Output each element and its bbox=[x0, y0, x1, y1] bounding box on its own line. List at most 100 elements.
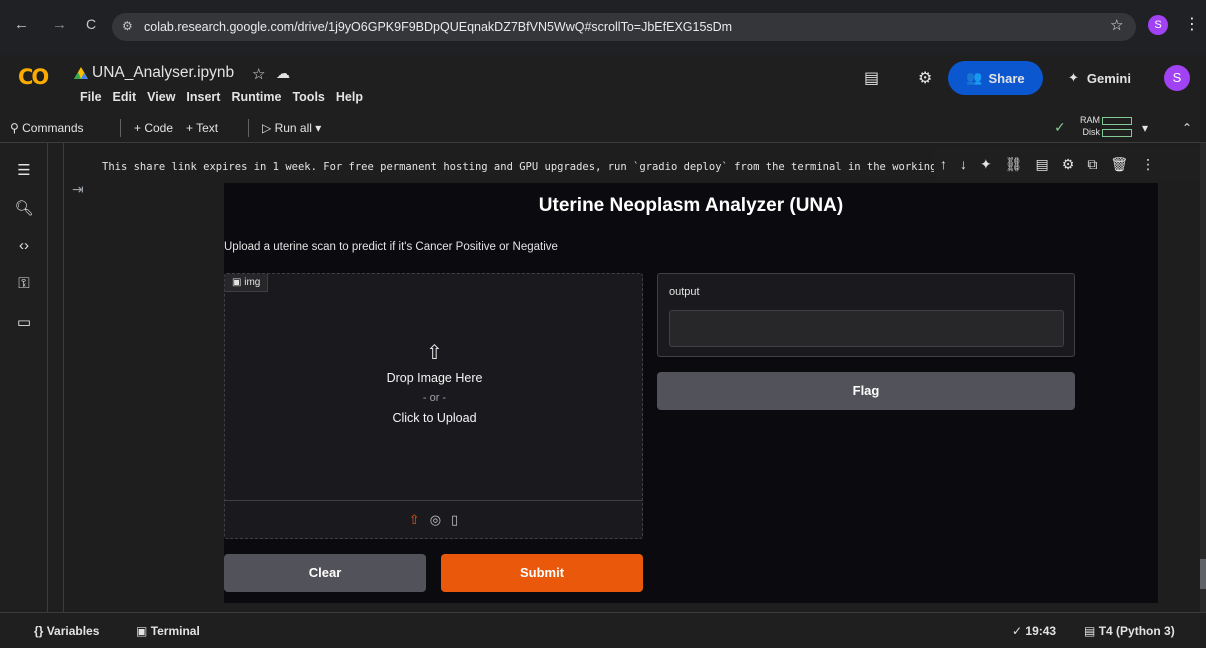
runtime-dropdown-icon[interactable]: ▾ bbox=[1142, 121, 1148, 135]
image-source-bar: ⇧ ◎ ▯ bbox=[225, 500, 642, 538]
gemini-sparkle-icon: ✦ bbox=[1068, 70, 1079, 85]
runtime-label: T4 (Python 3) bbox=[1098, 624, 1175, 638]
find-replace-icon[interactable]: 🔍︎ bbox=[14, 199, 34, 217]
submit-button[interactable]: Submit bbox=[441, 554, 643, 592]
image-label: ▣ img bbox=[225, 274, 269, 292]
image-upload-dropzone[interactable]: ▣ img ⇧ Drop Image Here - or - Click to … bbox=[224, 273, 643, 539]
menu-bar: File Edit View Insert Runtime Tools Help bbox=[80, 90, 363, 104]
terminal-label: Terminal bbox=[150, 624, 200, 638]
add-code-button[interactable]: + Code bbox=[134, 121, 173, 135]
clear-button[interactable]: Clear bbox=[224, 554, 426, 592]
comments-icon[interactable]: ▤ bbox=[864, 68, 879, 88]
menu-file[interactable]: File bbox=[80, 90, 102, 104]
cell-settings-icon[interactable]: ⚙ bbox=[1062, 156, 1075, 173]
output-textbox[interactable] bbox=[669, 310, 1064, 347]
browser-menu-icon[interactable]: ⋮ bbox=[1184, 14, 1200, 34]
secrets-key-icon[interactable]: ⚿ bbox=[14, 275, 34, 292]
menu-edit[interactable]: Edit bbox=[113, 90, 137, 104]
gemini-button[interactable]: ✦ Gemini bbox=[1068, 70, 1131, 86]
scrollbar[interactable] bbox=[1200, 143, 1206, 612]
scrollbar-thumb[interactable] bbox=[1200, 559, 1206, 589]
runtime-info[interactable]: ▤ T4 (Python 3) bbox=[1084, 624, 1175, 638]
variables-label: Variables bbox=[46, 624, 100, 638]
upload-icon: ⇧ bbox=[426, 342, 443, 364]
code-snippets-icon[interactable]: ‹› bbox=[14, 237, 34, 254]
commands-button[interactable]: ⚲ Commands bbox=[10, 121, 84, 135]
address-bar[interactable]: ⚙ colab.research.google.com/drive/1j9yO6… bbox=[112, 13, 1136, 41]
share-button[interactable]: 👥 Share bbox=[948, 61, 1043, 95]
menu-runtime[interactable]: Runtime bbox=[231, 90, 281, 104]
execution-status[interactable]: ✓ 19:43 bbox=[1012, 624, 1056, 638]
mirror-cell-icon[interactable]: ⧉ bbox=[1087, 156, 1097, 173]
share-label: Share bbox=[988, 70, 1025, 86]
disk-label: Disk bbox=[1082, 127, 1101, 137]
output-label: output bbox=[669, 286, 700, 298]
webcam-icon[interactable]: ◎ bbox=[430, 512, 441, 528]
move-down-icon[interactable]: ↓ bbox=[960, 156, 967, 172]
url-text: colab.research.google.com/drive/1j9yO6GP… bbox=[144, 20, 733, 34]
runtime-icon: ▤ bbox=[1084, 624, 1096, 638]
notebook-title[interactable]: UNA_Analyser.ipynb bbox=[92, 64, 234, 82]
click-to-upload-text: Click to Upload bbox=[392, 411, 477, 425]
back-arrow-icon[interactable]: ← bbox=[14, 16, 29, 33]
more-options-icon[interactable]: ⋮ bbox=[1141, 156, 1155, 173]
or-text: - or - bbox=[422, 392, 447, 404]
clipboard-icon[interactable]: ▯ bbox=[451, 512, 458, 528]
gradio-app: Uterine Neoplasm Analyzer (UNA) Upload a… bbox=[224, 183, 1158, 603]
collapse-chevron-up-icon[interactable]: ⌃ bbox=[1182, 121, 1192, 135]
star-icon[interactable]: ☆ bbox=[252, 65, 265, 83]
braces-icon: {} bbox=[34, 624, 44, 638]
menu-view[interactable]: View bbox=[147, 90, 175, 104]
reload-icon[interactable]: C bbox=[86, 16, 96, 32]
colab-logo[interactable]: CO bbox=[18, 65, 49, 89]
drop-image-text: Drop Image Here bbox=[386, 371, 483, 385]
people-icon: 👥 bbox=[966, 70, 983, 85]
commands-label: Commands bbox=[22, 121, 84, 135]
toolbar-divider bbox=[248, 119, 249, 137]
terminal-button[interactable]: ▣ Terminal bbox=[136, 624, 200, 638]
output-toggle-icon[interactable]: ⇥ bbox=[72, 181, 84, 198]
table-of-contents-icon[interactable]: ☰ bbox=[14, 161, 34, 179]
comment-icon[interactable]: ▤ bbox=[1036, 156, 1049, 173]
connected-check-icon: ✓ bbox=[1054, 119, 1066, 135]
browser-bar: ← → C ⚙ colab.research.google.com/drive/… bbox=[0, 0, 1206, 55]
ram-label: RAM bbox=[1080, 115, 1100, 125]
gemini-cell-icon[interactable]: ✦ bbox=[980, 156, 992, 173]
upload-source-icon[interactable]: ⇧ bbox=[409, 512, 420, 528]
cloud-saved-icon[interactable]: ☁ bbox=[276, 65, 290, 82]
disk-bar bbox=[1102, 128, 1132, 137]
site-settings-icon[interactable]: ⚙ bbox=[122, 19, 133, 33]
left-sidebar: ☰ 🔍︎ ‹› ⚿ ▭ bbox=[0, 143, 48, 612]
forward-arrow-icon[interactable]: → bbox=[52, 16, 67, 33]
move-up-icon[interactable]: ↑ bbox=[940, 156, 947, 172]
menu-tools[interactable]: Tools bbox=[292, 90, 324, 104]
app-title: Uterine Neoplasm Analyzer (UNA) bbox=[538, 195, 844, 216]
menu-insert[interactable]: Insert bbox=[186, 90, 220, 104]
status-bar: {} Variables ▣ Terminal ✓ 19:43 ▤ T4 (Py… bbox=[0, 612, 1206, 648]
check-icon: ✓ bbox=[1012, 624, 1023, 638]
files-folder-icon[interactable]: ▭ bbox=[14, 313, 34, 331]
ram-disk-indicator[interactable]: RAM Disk bbox=[1080, 114, 1132, 138]
chevron-down-icon: ▾ bbox=[315, 121, 322, 135]
variables-button[interactable]: {} Variables bbox=[34, 624, 99, 638]
settings-gear-icon[interactable]: ⚙ bbox=[918, 68, 932, 88]
search-icon: ⚲ bbox=[10, 121, 19, 135]
run-all-label: Run all bbox=[274, 121, 312, 135]
user-avatar[interactable]: S bbox=[1164, 65, 1190, 91]
toolbar-divider bbox=[120, 119, 121, 137]
link-icon[interactable]: ⛓ bbox=[1005, 156, 1023, 173]
run-all-button[interactable]: ▷ Run all ▾ bbox=[262, 121, 321, 135]
colab-header: CO UNA_Analyser.ipynb ☆ ☁ File Edit View… bbox=[0, 55, 1206, 113]
gemini-label: Gemini bbox=[1086, 70, 1131, 86]
bookmark-star-icon[interactable]: ☆ bbox=[1110, 16, 1123, 34]
upload-prompt[interactable]: ⇧ Drop Image Here - or - Click to Upload bbox=[225, 342, 644, 429]
play-icon: ▷ bbox=[262, 121, 272, 135]
execution-time: 19:43 bbox=[1025, 624, 1057, 638]
menu-help[interactable]: Help bbox=[336, 90, 363, 104]
ram-bar bbox=[1102, 116, 1132, 125]
add-text-button[interactable]: + Text bbox=[186, 121, 218, 135]
cell-toolbar: ↑ ↓ ✦ ⛓ ▤ ⚙ ⧉ 🗑 ⋮ bbox=[934, 148, 1204, 180]
delete-icon[interactable]: 🗑 bbox=[1110, 156, 1128, 173]
flag-button[interactable]: Flag bbox=[657, 372, 1075, 410]
browser-profile-avatar[interactable]: S bbox=[1148, 15, 1168, 35]
